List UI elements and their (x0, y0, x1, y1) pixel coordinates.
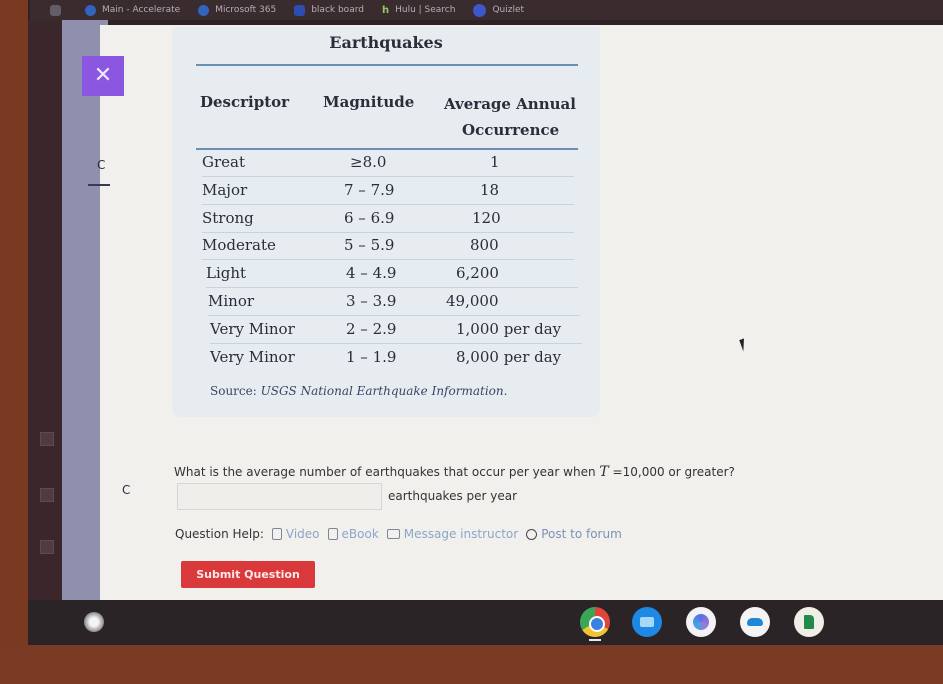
message-instructor-link[interactable]: Message instructor (386, 527, 518, 541)
blackboard-icon (294, 4, 306, 16)
header-occurrence-2: Occurrence (462, 121, 560, 139)
hulu-icon: h (381, 4, 390, 16)
header-occurrence-1: Average Annual (444, 95, 576, 113)
submit-question-button[interactable]: Submit Question (181, 561, 315, 588)
table-row: Light 4 – 4.9 6,200 (206, 261, 578, 288)
onedrive-icon[interactable] (740, 607, 770, 637)
side-letter: C (97, 158, 106, 172)
video-icon (271, 528, 282, 540)
cell-occurrence: 1,000 per day (456, 320, 562, 338)
bookmark-hulu[interactable]: h Hulu | Search (382, 5, 455, 16)
question-help-label: Question Help: (175, 527, 264, 541)
cell-descriptor: Light (206, 264, 247, 282)
bookmarks-bar: Main - Accelerate Microsoft 365 black bo… (30, 0, 943, 20)
cell-magnitude: 5 – 5.9 (344, 236, 395, 254)
table-row: Strong 6 – 6.9 120 (202, 206, 574, 233)
cell-magnitude: 7 – 7.9 (344, 181, 395, 199)
header-magnitude: Magnitude (323, 93, 415, 111)
side-letter: C (122, 483, 131, 497)
cell-descriptor: Major (202, 181, 248, 199)
bookmark-app[interactable] (50, 4, 67, 16)
table-row: Great ≥8.0 1 (202, 150, 574, 177)
post-to-forum-link[interactable]: Post to forum (526, 527, 622, 541)
table-top-rule (196, 64, 578, 66)
bookmark-blackboard[interactable]: black board (294, 4, 364, 16)
ebook-link[interactable]: eBook (327, 527, 379, 541)
cell-occurrence: 49,000 (446, 292, 499, 310)
desk-surface (0, 645, 943, 684)
table-row: Very Minor 1 – 1.9 8,000 per day (210, 345, 582, 372)
header-descriptor: Descriptor (200, 93, 290, 111)
table-row: Major 7 – 7.9 18 (202, 178, 574, 205)
close-button[interactable]: ✕ (82, 56, 124, 96)
table-row: Very Minor 2 – 2.9 1,000 per day (210, 317, 582, 344)
cell-descriptor: Minor (208, 292, 255, 310)
bookmark-microsoft-365[interactable]: Microsoft 365 (198, 4, 276, 16)
cell-magnitude: 6 – 6.9 (344, 209, 395, 227)
earthquakes-table: Earthquakes Descriptor Magnitude Average… (172, 27, 600, 417)
running-indicator (589, 639, 601, 641)
forum-icon (526, 528, 538, 540)
cell-descriptor: Great (202, 153, 246, 171)
microsoft-365-icon (198, 4, 210, 16)
video-link[interactable]: Video (271, 527, 320, 541)
microsoft-365-app-icon[interactable] (686, 607, 716, 637)
close-icon: ✕ (93, 63, 113, 88)
cell-occurrence: 6,200 (456, 264, 499, 282)
cell-magnitude: 2 – 2.9 (346, 320, 397, 338)
bookmark-quizlet[interactable]: Quizlet (473, 3, 524, 17)
blue-circle-icon (85, 4, 96, 16)
cell-occurrence: 18 (480, 181, 500, 199)
cell-magnitude: ≥8.0 (350, 153, 387, 171)
sheets-icon[interactable] (794, 607, 824, 637)
cell-occurrence: 120 (472, 209, 501, 227)
bookmark-main[interactable]: Main - Accelerate (85, 4, 180, 16)
files-icon[interactable] (632, 607, 662, 637)
chrome-icon[interactable] (580, 607, 610, 637)
launcher-button[interactable] (84, 612, 104, 632)
left-dark-panel (28, 20, 64, 600)
cell-descriptor: Very Minor (210, 320, 295, 338)
app-icon (50, 4, 61, 16)
side-app-icon[interactable] (40, 432, 54, 446)
answer-unit: earthquakes per year (388, 489, 518, 503)
side-mail-icon[interactable] (40, 488, 54, 502)
ebook-icon (327, 528, 338, 540)
cell-magnitude: 1 – 1.9 (346, 348, 397, 366)
mail-icon (386, 529, 400, 539)
cell-magnitude: 3 – 3.9 (346, 292, 397, 310)
cell-descriptor: Moderate (202, 236, 276, 254)
variable-t: T (599, 464, 609, 480)
cell-magnitude: 4 – 4.9 (346, 264, 397, 282)
table-row: Moderate 5 – 5.9 800 (202, 233, 574, 260)
side-file-icon[interactable] (40, 540, 54, 554)
cell-descriptor: Very Minor (210, 348, 295, 366)
quizlet-icon (473, 3, 487, 17)
table-source: Source: USGS National Earthquake Informa… (210, 384, 508, 398)
cell-descriptor: Strong (202, 209, 254, 227)
side-underline (88, 184, 110, 186)
question-text: What is the average number of earthquake… (174, 464, 735, 480)
question-help: Question Help: Video eBook Message instr… (175, 527, 622, 541)
table-title: Earthquakes (329, 33, 443, 52)
table-row: Minor 3 – 3.9 49,000 (208, 289, 580, 316)
cell-occurrence: 1 (490, 153, 500, 171)
cell-occurrence: 800 (470, 236, 499, 254)
cell-occurrence: 8,000 per day (456, 348, 562, 366)
answer-input[interactable] (177, 483, 382, 510)
